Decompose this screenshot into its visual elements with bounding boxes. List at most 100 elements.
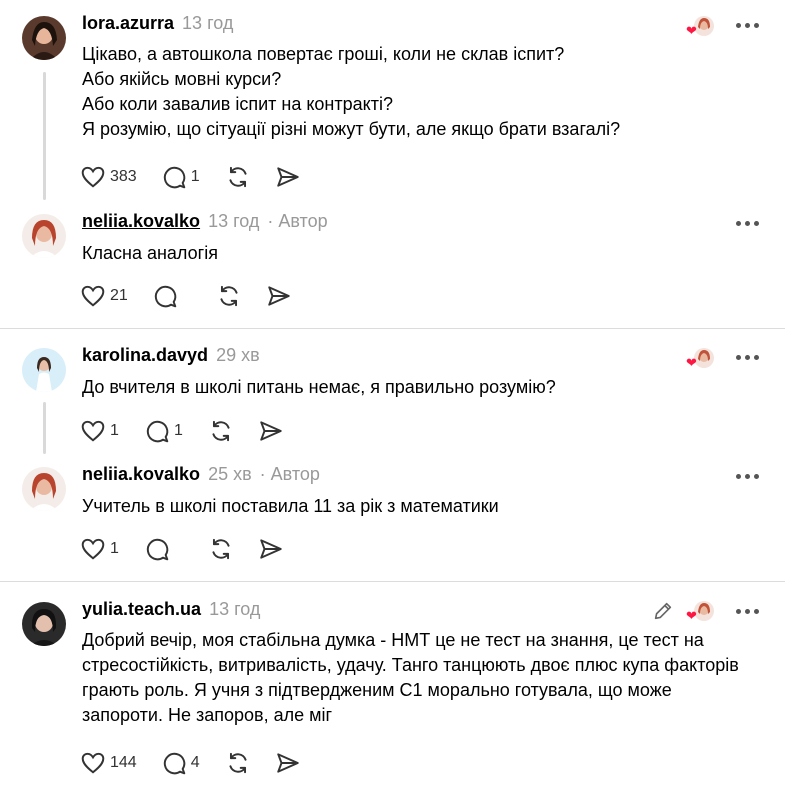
post-header: lora.azurra 13 год <box>82 13 233 37</box>
like-count: 21 <box>110 287 128 304</box>
post-text: Добрий вечір, моя стабільна думка - НМТ … <box>82 628 762 728</box>
more-icon[interactable] <box>736 472 760 480</box>
post-text: Класна аналогія <box>82 241 762 266</box>
timestamp[interactable]: 13 год <box>208 211 259 232</box>
timestamp[interactable]: 29 хв <box>216 345 260 366</box>
share-button[interactable] <box>275 164 301 190</box>
text-line: стресостійкість, витривалість, удачу. Та… <box>82 655 739 675</box>
username[interactable]: lora.azurra <box>82 13 174 34</box>
send-icon <box>276 753 299 773</box>
send-icon <box>260 421 282 441</box>
like-button[interactable]: 21 <box>80 283 128 309</box>
timestamp[interactable]: 13 год <box>209 599 260 620</box>
like-count: 1 <box>110 422 119 439</box>
more-icon[interactable] <box>736 219 760 227</box>
repost-icon <box>212 538 230 560</box>
repost-icon <box>212 420 230 442</box>
author-badge: · Автор <box>259 464 320 484</box>
text-line: запороти. Не запоров, але міг <box>82 705 333 725</box>
post-actions: 144 4 <box>80 750 325 776</box>
divider <box>0 581 785 582</box>
timestamp[interactable]: 13 год <box>182 13 233 34</box>
avatar[interactable] <box>22 602 66 646</box>
like-button[interactable]: 383 <box>80 164 137 190</box>
more-icon[interactable] <box>736 607 760 615</box>
reply-button[interactable]: 1 <box>161 164 201 190</box>
share-button[interactable] <box>266 283 292 309</box>
send-icon <box>268 286 290 306</box>
username[interactable]: yulia.teach.ua <box>82 599 201 620</box>
like-button[interactable]: 144 <box>80 750 137 776</box>
heart-icon <box>81 752 105 774</box>
heart-icon <box>81 420 105 442</box>
comment-icon <box>146 420 169 443</box>
heart-icon <box>81 538 105 560</box>
reply-count: 4 <box>190 754 200 771</box>
comment-icon <box>154 285 177 308</box>
share-button[interactable] <box>275 750 301 776</box>
text-line: грають роль. Я учня з підтвердженим С1 м… <box>82 680 672 700</box>
post-text: Цікаво, а автошкола повертає гроші, коли… <box>82 42 762 142</box>
reply-count: 1 <box>190 168 200 185</box>
post-actions: 383 1 <box>80 164 325 190</box>
liked-by-author-icon: ❤ <box>686 601 716 623</box>
repost-button[interactable] <box>208 418 234 444</box>
liked-by-author-icon: ❤ <box>686 348 716 370</box>
pencil-icon[interactable] <box>652 600 674 622</box>
text-line: Або коли завалив іспит на контракті? <box>82 94 393 114</box>
thread-line <box>43 402 46 454</box>
more-icon[interactable] <box>736 353 760 361</box>
reply-button[interactable]: 4 <box>161 750 201 776</box>
avatar[interactable] <box>22 16 66 60</box>
avatar[interactable] <box>22 467 66 511</box>
more-icon[interactable] <box>736 21 760 29</box>
text-line: Я розумію, що сітуації різні можут бути,… <box>82 119 621 139</box>
post-header: neliia.kovalko 13 год · Автор <box>82 211 328 235</box>
post-header: karolina.davyd 29 хв <box>82 345 260 369</box>
liked-by-author-icon: ❤ <box>686 16 716 38</box>
reply-button[interactable] <box>152 283 192 309</box>
like-count: 1 <box>110 540 119 557</box>
repost-icon <box>229 752 247 774</box>
text-line: До вчителя в школі питань немає, я прави… <box>82 377 556 397</box>
text-line: Учитель в школі поставила 11 за рік з ма… <box>82 496 499 516</box>
like-count: 144 <box>110 754 137 771</box>
heart-icon <box>81 285 105 307</box>
repost-button[interactable] <box>208 536 234 562</box>
username[interactable]: neliia.kovalko <box>82 211 200 232</box>
text-line: Цікаво, а автошкола повертає гроші, коли… <box>82 44 565 64</box>
text-line: Або якійсь мовні курси? <box>82 69 282 89</box>
reply-button[interactable] <box>144 536 184 562</box>
divider <box>0 328 785 329</box>
share-button[interactable] <box>258 418 284 444</box>
like-count: 383 <box>110 168 137 185</box>
author-badge: · Автор <box>267 211 328 231</box>
avatar[interactable] <box>22 214 66 258</box>
send-icon <box>276 167 299 187</box>
reply-count: 1 <box>174 422 183 439</box>
send-icon <box>260 539 282 559</box>
like-button[interactable]: 1 <box>80 536 120 562</box>
post-text: Учитель в школі поставила 11 за рік з ма… <box>82 494 762 519</box>
thread-line <box>43 72 46 200</box>
comment-icon <box>146 538 169 561</box>
repost-icon <box>229 166 247 188</box>
text-line: Класна аналогія <box>82 243 218 263</box>
like-button[interactable]: 1 <box>80 418 120 444</box>
post-actions: 1 1 <box>80 418 308 444</box>
repost-button[interactable] <box>225 750 251 776</box>
repost-button[interactable] <box>216 283 242 309</box>
username[interactable]: karolina.davyd <box>82 345 208 366</box>
timestamp[interactable]: 25 хв <box>208 464 252 485</box>
repost-icon <box>220 285 238 307</box>
post-text: До вчителя в школі питань немає, я прави… <box>82 375 762 400</box>
post-header: yulia.teach.ua 13 год <box>82 599 260 623</box>
reply-button[interactable]: 1 <box>144 418 184 444</box>
username[interactable]: neliia.kovalko <box>82 464 200 485</box>
comment-icon <box>163 166 185 189</box>
post-actions: 21 <box>80 283 316 309</box>
repost-button[interactable] <box>225 164 251 190</box>
avatar[interactable] <box>22 348 66 392</box>
share-button[interactable] <box>258 536 284 562</box>
post-actions: 1 <box>80 536 308 562</box>
